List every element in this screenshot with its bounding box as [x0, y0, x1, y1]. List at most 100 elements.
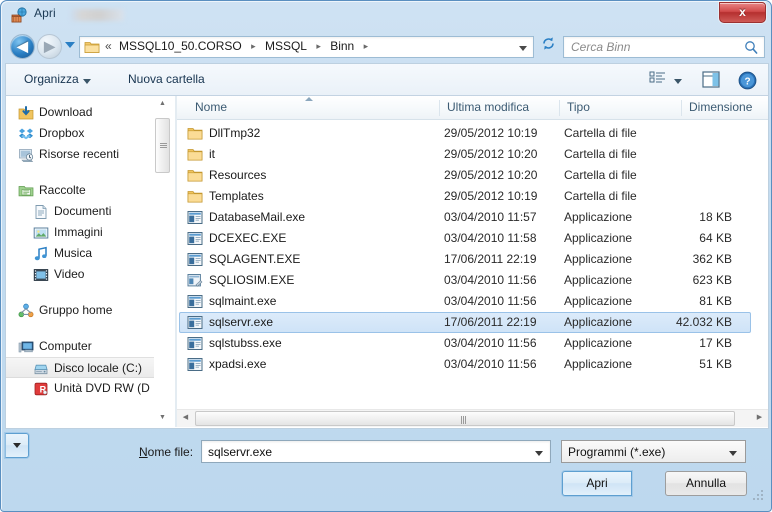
file-size: 64 KB [699, 231, 732, 245]
breadcrumb-item-2[interactable]: Binn [329, 39, 355, 53]
scrollbar-grip-icon [461, 416, 466, 424]
file-name: Templates [209, 189, 264, 203]
file-size: 51 KB [699, 357, 732, 371]
address-bar[interactable]: « MSSQL10_50.CORSO ▸ MSSQL ▸ Binn ▸ [79, 36, 534, 58]
file-type: Cartella di file [564, 147, 637, 161]
file-name: DllTmp32 [209, 126, 261, 140]
file-name: DCEXEC.EXE [209, 231, 287, 245]
scroll-left-arrow-icon[interactable]: ◀ [177, 410, 194, 427]
close-button[interactable]: x [719, 2, 766, 23]
open-file-dialog: Apri x ◀ ▶ « MSSQL10_50.CORSO ▸ MSSQL ▸ … [0, 0, 772, 512]
table-row[interactable]: sqlmaint.exe 03/04/2010 11:56 Applicazio… [179, 291, 751, 312]
sidebar-item-label: Computer [39, 339, 92, 353]
column-divider[interactable] [559, 100, 560, 116]
filename-chevron-down-icon[interactable] [535, 451, 543, 456]
back-button[interactable]: ◀ [10, 34, 35, 59]
file-type: Applicazione [564, 252, 633, 266]
breadcrumb-item-1[interactable]: MSSQL [264, 39, 308, 53]
sidebar-item-documents[interactable]: Documenti [6, 201, 158, 222]
breadcrumb-overflow[interactable]: « [104, 39, 115, 53]
table-row[interactable]: Templates 29/05/2012 10:19 Cartella di f… [179, 186, 751, 207]
column-header-date-modified[interactable]: Ultima modifica [447, 100, 529, 114]
scroll-down-arrow-icon[interactable]: ▼ [154, 410, 171, 427]
sidebar-item-music[interactable]: Musica [6, 243, 158, 264]
table-row[interactable]: Resources 29/05/2012 10:20 Cartella di f… [179, 165, 751, 186]
sidebar-item-dvd-drive[interactable]: R Unità DVD RW (D [6, 378, 158, 399]
organize-chevron-down-icon[interactable] [83, 79, 91, 84]
column-header-type[interactable]: Tipo [567, 100, 590, 114]
dialog-content: Download Dropbox Risorse recenti Raccolt… [5, 96, 769, 429]
file-name: SQLIOSIM.EXE [209, 273, 295, 287]
sidebar-item-pictures[interactable]: Immagini [6, 222, 158, 243]
file-list-body: DllTmp32 29/05/2012 10:19 Cartella di fi… [177, 120, 768, 427]
application-icon [187, 210, 203, 225]
open-dropdown-button[interactable] [5, 433, 29, 458]
file-name: SQLAGENT.EXE [209, 252, 301, 266]
help-icon[interactable]: ? [737, 70, 761, 91]
refresh-button[interactable] [537, 36, 559, 58]
recent-locations-chevron-down-icon[interactable] [65, 42, 75, 48]
table-row[interactable]: DCEXEC.EXE 03/04/2010 11:58 Applicazione… [179, 228, 751, 249]
view-chevron-down-icon[interactable] [674, 79, 682, 84]
table-row[interactable]: sqlstubss.exe 03/04/2010 11:56 Applicazi… [179, 333, 751, 354]
navigation-pane-scrollbar[interactable]: ▲ ▼ [154, 96, 171, 427]
filename-input[interactable]: sqlservr.exe [201, 440, 551, 463]
forward-arrow-icon: ▶ [44, 38, 55, 54]
sidebar-item-label: Dropbox [39, 126, 85, 140]
table-row[interactable]: DatabaseMail.exe 03/04/2010 11:57 Applic… [179, 207, 751, 228]
sidebar-item-dropbox[interactable]: Dropbox [6, 123, 158, 144]
application-icon [187, 336, 203, 351]
table-row[interactable]: DllTmp32 29/05/2012 10:19 Cartella di fi… [179, 123, 751, 144]
table-row-selected[interactable]: sqlservr.exe 17/06/2011 22:19 Applicazio… [179, 312, 751, 333]
preview-pane-icon[interactable] [700, 70, 724, 91]
sidebar-item-local-disk-c[interactable]: Disco locale (C:) [6, 357, 161, 378]
filename-value: sqlservr.exe [208, 445, 273, 459]
folder-icon [84, 40, 100, 54]
scrollbar-thumb[interactable] [155, 118, 170, 173]
sidebar-item-recent[interactable]: Risorse recenti [6, 144, 158, 165]
breadcrumb-separator-icon[interactable]: ▸ [359, 41, 374, 52]
sidebar-item-libraries[interactable]: Raccolte [6, 180, 158, 201]
file-date: 29/05/2012 10:19 [444, 126, 538, 140]
table-row[interactable]: SQLAGENT.EXE 17/06/2011 22:19 Applicazio… [179, 249, 751, 270]
column-divider[interactable] [681, 100, 682, 116]
homegroup-icon [18, 303, 34, 319]
folder-icon [187, 126, 203, 141]
table-row[interactable]: it 29/05/2012 10:20 Cartella di file [179, 144, 751, 165]
breadcrumb-item-0[interactable]: MSSQL10_50.CORSO [118, 39, 243, 53]
file-name: DatabaseMail.exe [209, 210, 306, 224]
organize-menu-button[interactable]: Organizza [24, 72, 79, 86]
new-folder-button[interactable]: Nuova cartella [128, 72, 205, 86]
sidebar-item-label: Video [54, 267, 85, 281]
sidebar-item-video[interactable]: Video [6, 264, 158, 285]
search-box[interactable]: Cerca Binn [563, 36, 765, 58]
table-row[interactable]: SQLIOSIM.EXE 03/04/2010 11:56 Applicazio… [179, 270, 751, 291]
filetype-select[interactable]: Programmi (*.exe) [561, 440, 746, 463]
window-title: Apri [34, 6, 56, 20]
file-date: 03/04/2010 11:56 [444, 273, 537, 287]
cancel-button[interactable]: Annulla [665, 471, 747, 496]
column-header-size[interactable]: Dimensione [689, 100, 752, 114]
application-icon [187, 252, 203, 267]
breadcrumb-separator-icon[interactable]: ▸ [246, 41, 261, 52]
forward-button[interactable]: ▶ [37, 34, 62, 59]
open-button[interactable]: Apri [562, 471, 632, 496]
open-folder-globe-icon [11, 7, 28, 24]
sidebar-item-homegroup[interactable]: Gruppo home [6, 300, 158, 321]
scroll-right-arrow-icon[interactable]: ▶ [751, 410, 768, 427]
resize-grip-icon[interactable] [753, 490, 765, 502]
view-list-icon[interactable] [647, 70, 671, 91]
chevron-down-icon [13, 443, 21, 448]
file-name: sqlmaint.exe [209, 294, 277, 308]
scrollbar-thumb[interactable] [195, 411, 735, 426]
column-divider[interactable] [439, 100, 440, 116]
table-row[interactable]: xpadsi.exe 03/04/2010 11:56 Applicazione… [179, 354, 751, 375]
file-list-horizontal-scrollbar[interactable]: ◀ ▶ [177, 409, 768, 427]
scroll-up-arrow-icon[interactable]: ▲ [154, 96, 171, 113]
sidebar-item-computer[interactable]: Computer [6, 336, 158, 357]
sidebar-item-download[interactable]: Download [6, 102, 158, 123]
breadcrumb-separator-icon[interactable]: ▸ [311, 41, 326, 52]
address-dropdown-chevron-down-icon[interactable] [519, 46, 527, 51]
column-header-name[interactable]: Nome [195, 100, 227, 114]
sidebar-item-label: Musica [54, 246, 93, 260]
